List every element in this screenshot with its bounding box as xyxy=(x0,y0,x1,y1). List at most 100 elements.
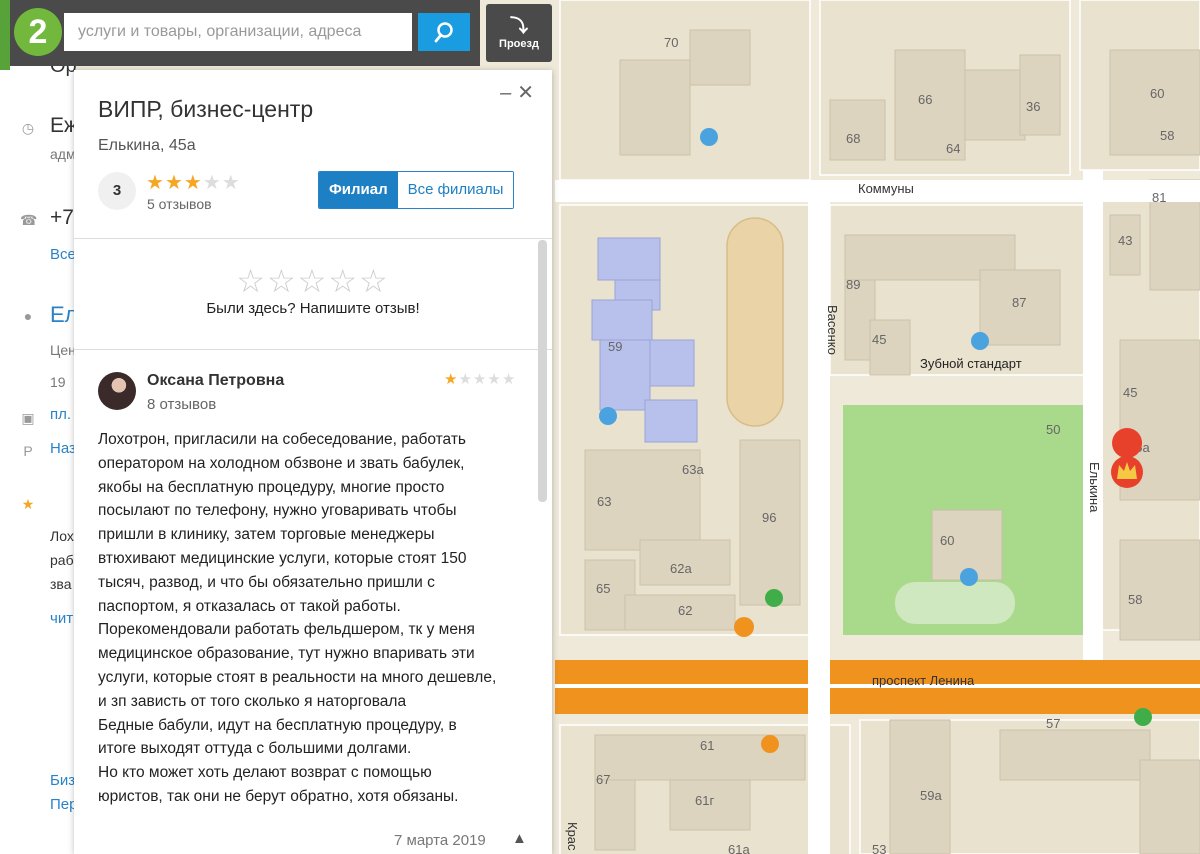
svg-text:60: 60 xyxy=(940,533,954,548)
route-icon: ⤵ xyxy=(510,16,528,36)
svg-text:67: 67 xyxy=(596,772,610,787)
rating-stars: ★★★★★ xyxy=(146,170,241,195)
star-icon: ★ xyxy=(501,371,517,388)
review-line: Бедные бабули, идут на бесплатную процед… xyxy=(98,716,457,734)
svg-text:70: 70 xyxy=(664,35,678,50)
search-input[interactable] xyxy=(64,13,412,51)
clock-icon: ◷ xyxy=(21,120,35,136)
place-card: – ✕ ВИПР, бизнес-центр Елькина, 45а 3 ★★★… xyxy=(74,70,552,854)
svg-text:Васенко: Васенко xyxy=(825,305,840,355)
svg-text:62: 62 xyxy=(678,603,692,618)
star-icon: ★ xyxy=(458,371,473,388)
route-label: Проезд xyxy=(499,38,539,50)
svg-text:63: 63 xyxy=(597,494,611,509)
svg-text:62а: 62а xyxy=(670,561,692,576)
svg-text:43: 43 xyxy=(1118,233,1132,248)
parking-icon: P xyxy=(23,443,33,459)
svg-text:58: 58 xyxy=(1160,128,1174,143)
review-line: медицинское образование, тут нужно впари… xyxy=(98,645,475,663)
svg-text:65: 65 xyxy=(596,581,610,596)
place-address: Елькина, 45а xyxy=(98,137,196,154)
svg-text:81: 81 xyxy=(1152,190,1166,205)
star-icon: ★ xyxy=(202,172,222,194)
star-icon: ★ xyxy=(21,496,35,512)
svg-text:87: 87 xyxy=(1012,295,1026,310)
svg-text:50: 50 xyxy=(1046,422,1060,437)
tab-all-branches[interactable]: Все филиалы xyxy=(397,172,514,208)
svg-text:45: 45 xyxy=(872,332,886,347)
divider xyxy=(74,238,552,239)
review-line: тысяч, развод, и что бы обязательно приш… xyxy=(98,573,435,591)
svg-text:61а: 61а xyxy=(728,842,750,854)
rating-badge: 3 xyxy=(98,172,136,210)
pin-icon: ● xyxy=(23,308,33,324)
svg-text:Елькина: Елькина xyxy=(1087,462,1102,513)
star-icon: ★ xyxy=(221,172,241,194)
review-line: юристов, так они не берут обратно, хотя … xyxy=(98,787,459,805)
review-line: и зп зависть от того сколько я наторгова… xyxy=(98,692,407,710)
svg-text:59а: 59а xyxy=(920,788,942,803)
star-icon: ★ xyxy=(183,172,203,194)
review-line: Лохотрон, пригласили на собеседование, р… xyxy=(98,431,467,448)
write-review-prompt[interactable]: Были здесь? Напишите отзыв! xyxy=(74,300,552,317)
rate-stars-input[interactable]: ☆☆☆☆☆ xyxy=(74,262,552,300)
report-icon[interactable]: ▲ xyxy=(512,830,527,847)
review-author[interactable]: Оксана Петровна xyxy=(147,372,284,390)
close-icon[interactable]: ✕ xyxy=(517,82,534,104)
svg-text:проспект Ленина: проспект Ленина xyxy=(872,673,975,688)
review-author-count: 8 отзывов xyxy=(147,396,217,413)
search-bar: 2 xyxy=(0,0,480,70)
svg-text:64: 64 xyxy=(946,141,960,156)
search-icon xyxy=(434,22,453,43)
svg-text:60: 60 xyxy=(1150,86,1164,101)
svg-text:45: 45 xyxy=(1123,385,1137,400)
branch-tabs: Филиал Все филиалы xyxy=(318,171,515,209)
avatar[interactable] xyxy=(98,372,136,410)
background-panel: Ор ◷ Еж адм ☎ +7 Все ● Ел Цен 19 ▣ пл. P… xyxy=(0,0,78,854)
review-line: пришли в клинику, затем торговые менедже… xyxy=(98,526,435,544)
phone-icon: ☎ xyxy=(20,212,38,228)
place-title: ВИПР, бизнес-центр xyxy=(98,96,314,122)
svg-text:89: 89 xyxy=(846,277,860,292)
svg-text:36: 36 xyxy=(1026,99,1040,114)
scrollbar[interactable] xyxy=(538,240,547,502)
svg-text:Коммуны: Коммуны xyxy=(858,181,914,196)
review-line: итоге выходят оттуда с большими долгами. xyxy=(98,740,412,758)
svg-text:68: 68 xyxy=(846,131,860,146)
route-button[interactable]: ⤵ Проезд xyxy=(486,4,552,62)
review-line: паспортом, я отказалась от такой работы. xyxy=(98,597,401,615)
star-icon: ★ xyxy=(472,371,488,388)
reviews-count-link[interactable]: 5 отзывов xyxy=(147,196,212,212)
svg-text:66: 66 xyxy=(918,92,932,107)
star-icon: ★ xyxy=(444,371,459,388)
svg-text:Крас: Крас xyxy=(565,822,580,851)
review-line: оператором на холодном обзвоне и звать б… xyxy=(98,454,465,472)
svg-text:58: 58 xyxy=(1128,592,1142,607)
search-button[interactable] xyxy=(418,13,470,51)
svg-text:96: 96 xyxy=(762,510,776,525)
review-line: посылают по телефону, нужно уговаривать … xyxy=(98,502,457,520)
svg-text:61г: 61г xyxy=(695,793,714,808)
svg-text:63а: 63а xyxy=(682,462,704,477)
star-icon: ★ xyxy=(146,172,165,194)
review-line: якобы на бесплатную процедуру, многие пр… xyxy=(98,478,445,496)
svg-text:Зубной стандарт: Зубной стандарт xyxy=(920,356,1022,371)
svg-text:61: 61 xyxy=(700,738,714,753)
app-logo[interactable]: 2 xyxy=(14,8,62,56)
svg-text:53: 53 xyxy=(872,842,886,854)
review-line: Но кто может хоть делают возврат с помощ… xyxy=(98,764,432,782)
star-icon: ★ xyxy=(164,172,184,194)
star-icon: ★ xyxy=(487,371,502,388)
review-date: 7 марта 2019 xyxy=(394,832,486,849)
review-line: втюхивают медицинские услуги, которые ст… xyxy=(98,549,467,567)
side-tab[interactable] xyxy=(0,0,10,70)
review-text: Лохотрон, пригласили на собеседование, р… xyxy=(98,428,530,809)
review-line: услуги, которые стоят в реальности на мн… xyxy=(98,668,497,686)
review-line: Порекомендовали работать фельдшером, тк … xyxy=(98,621,475,639)
divider xyxy=(74,349,552,350)
svg-text:57: 57 xyxy=(1046,716,1060,731)
minimize-icon[interactable]: – xyxy=(500,82,511,104)
tab-branch[interactable]: Филиал xyxy=(319,172,398,208)
bus-icon: ▣ xyxy=(21,410,35,426)
review-stars: ★★★★★ xyxy=(444,370,516,388)
